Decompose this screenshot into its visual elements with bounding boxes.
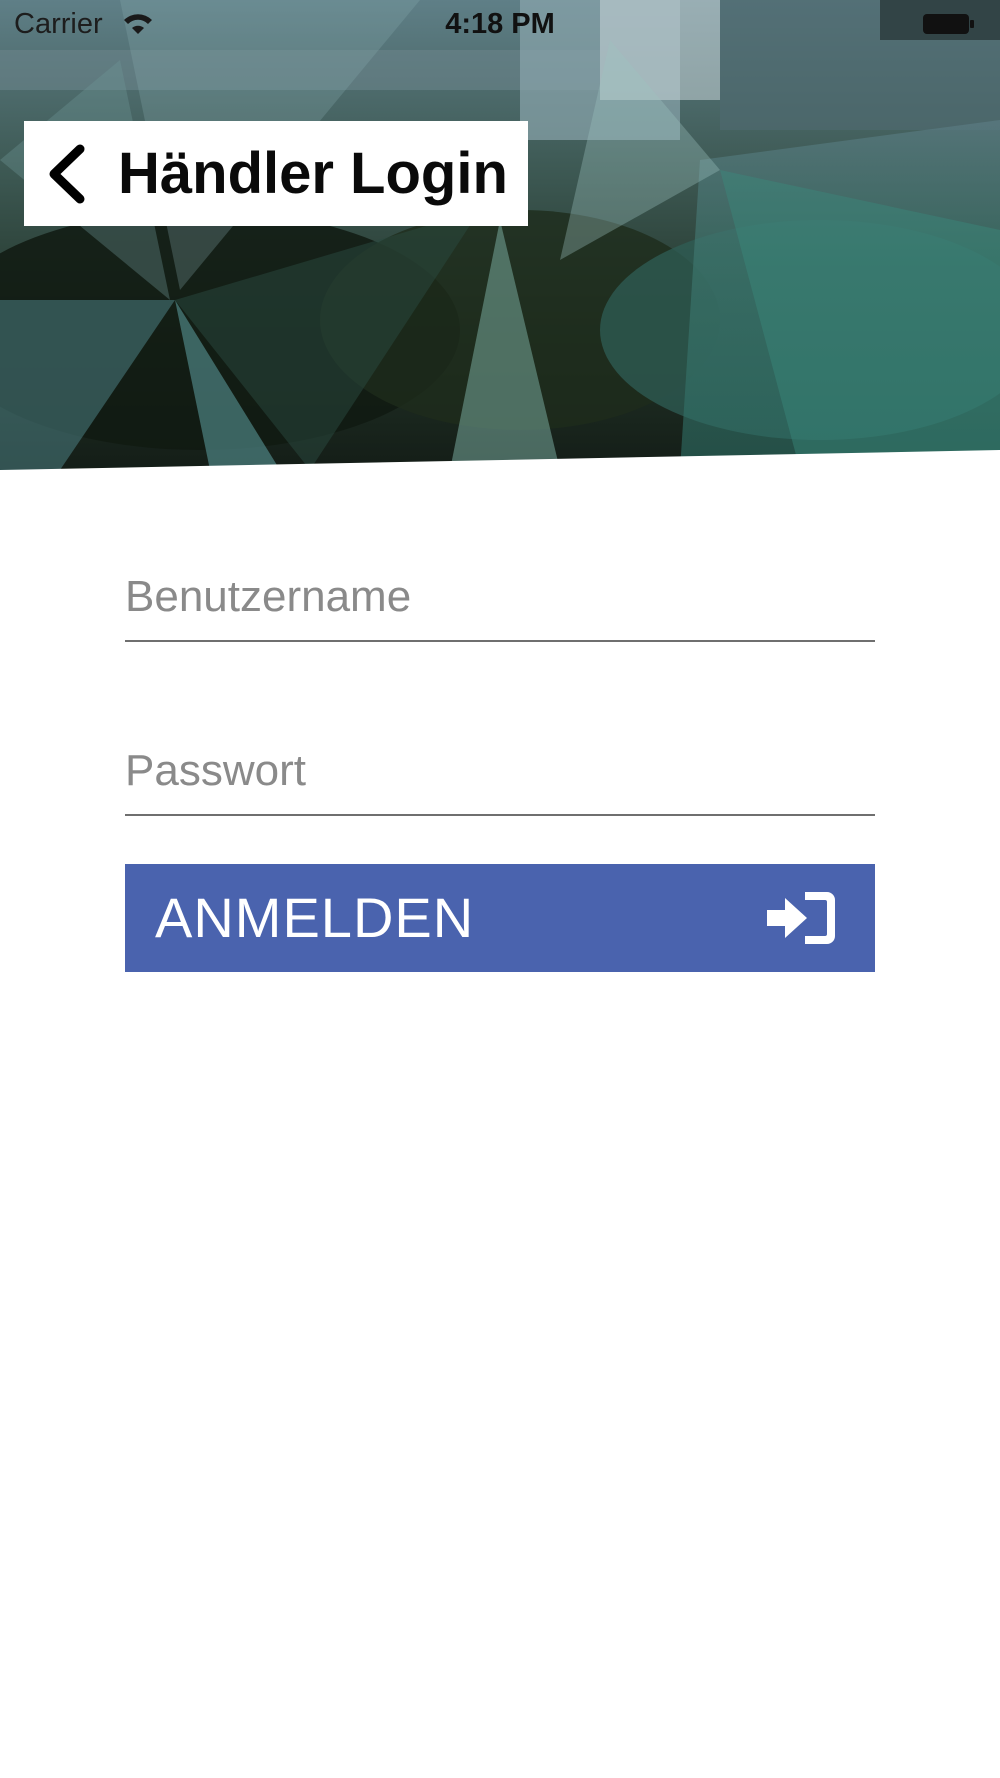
login-screen: Carrier 4:18 PM Händler Login ANMELDEN [0, 0, 1000, 1778]
page-title: Händler Login [118, 141, 508, 206]
chevron-left-icon [49, 144, 85, 204]
back-button[interactable] [38, 143, 94, 205]
password-field-container [125, 694, 875, 816]
sign-in-icon [767, 892, 835, 944]
status-time: 4:18 PM [445, 8, 555, 40]
header-background-image [0, 0, 1000, 470]
battery-icon [923, 14, 974, 34]
title-bar: Händler Login [24, 121, 528, 226]
status-bar: Carrier 4:18 PM [0, 0, 1000, 50]
username-input[interactable] [125, 572, 875, 622]
login-button-label: ANMELDEN [155, 886, 475, 949]
username-field-container [125, 520, 875, 642]
login-button[interactable]: ANMELDEN [125, 864, 875, 972]
login-form: ANMELDEN [125, 520, 875, 972]
password-input[interactable] [125, 746, 875, 796]
